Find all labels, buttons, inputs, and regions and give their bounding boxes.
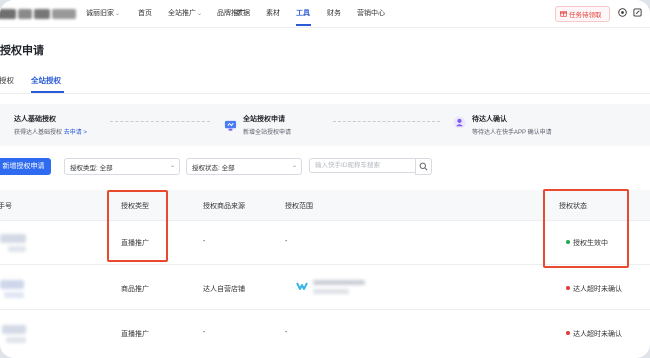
gift-icon — [560, 11, 567, 17]
avatar — [0, 234, 26, 243]
chevron-down-icon: ⌄ — [115, 11, 121, 17]
step-1-desc: 获得达人基础授权 去申请 > — [14, 130, 87, 136]
monitor-icon — [224, 120, 237, 131]
brand-logo[interactable] — [0, 7, 80, 21]
nav-tools[interactable]: 工具 — [296, 8, 310, 18]
status-dot — [566, 331, 570, 335]
user-confirm-icon — [453, 116, 466, 129]
page-title: 授权申请 — [0, 45, 44, 57]
shop-switcher[interactable]: 诚丽旧家⌄ — [86, 8, 120, 18]
product-thumbnail — [296, 282, 308, 290]
task-claim-button[interactable]: 任务待领取 — [555, 6, 610, 22]
cell-scope: - — [285, 238, 288, 245]
cell-source: - — [203, 238, 206, 245]
top-navbar: 诚丽旧家⌄ 首页 全站推广⌄ 品牌推广 数据 素材 工具 财务 营销中心 任务待… — [0, 0, 650, 28]
nav-site-promotion[interactable]: 全站推广⌄ — [168, 8, 202, 18]
step-2-desc: 新增全站授权申请 — [243, 130, 292, 136]
cell-type: 商品推广 — [121, 286, 149, 293]
status-dot — [566, 286, 570, 290]
account-name-redacted — [6, 337, 26, 343]
column-product-source: 授权商品来源 — [203, 203, 245, 210]
search-input[interactable] — [309, 158, 415, 173]
apply-link[interactable]: 去申请 > — [64, 130, 87, 136]
chevron-down-icon: ⌄ — [291, 163, 297, 169]
row-divider — [0, 309, 650, 310]
search-button[interactable] — [415, 158, 432, 175]
highlight-box-status-column — [543, 189, 629, 268]
nav-finance[interactable]: 财务 — [327, 8, 341, 18]
task-claim-label: 任务待领取 — [569, 12, 602, 19]
highlight-box-type-column — [107, 190, 168, 262]
avatar — [0, 280, 24, 289]
edit-icon[interactable] — [633, 8, 642, 17]
step-connector — [333, 121, 440, 122]
cell-type: 直播推广 — [121, 331, 149, 338]
product-name-redacted — [313, 280, 365, 285]
tab-authorization[interactable]: 授权 — [0, 75, 14, 86]
account-name-redacted — [8, 246, 26, 252]
nav-marketing-center[interactable]: 营销中心 — [357, 8, 385, 18]
status-badge: 达人超时未确认 — [566, 329, 622, 339]
tabs-divider — [0, 93, 650, 94]
column-scope: 授权范围 — [285, 203, 313, 210]
tab-site-authorization[interactable]: 全站授权 — [31, 75, 61, 86]
nav-data[interactable]: 数据 — [236, 8, 250, 18]
nav-material[interactable]: 素材 — [266, 8, 280, 18]
step-3-title: 待达人确认 — [472, 116, 507, 123]
step-3-desc: 等待达人在快手APP 确认申请 — [472, 130, 552, 136]
chevron-down-icon: ⌄ — [169, 163, 175, 169]
authorization-status-select[interactable]: 授权状态: 全部 ⌄ — [186, 158, 302, 175]
column-account: 手号 — [0, 203, 12, 210]
add-authorization-button[interactable]: 新增授权申请 — [0, 158, 51, 175]
cell-scope: - — [285, 329, 288, 336]
chevron-down-icon: ⌄ — [197, 11, 203, 17]
step-1-title: 达人基础授权 — [14, 116, 56, 123]
status-badge: 达人超时未确认 — [566, 284, 622, 294]
help-icon[interactable] — [618, 8, 627, 17]
step-2-title: 全站授权申请 — [243, 116, 285, 123]
active-nav-indicator — [296, 24, 311, 26]
cell-source: 达人自营店铺 — [203, 286, 245, 293]
product-meta-redacted — [313, 289, 349, 294]
shop-name: 诚丽旧家 — [86, 10, 114, 17]
cell-source: - — [203, 329, 206, 336]
step-connector — [110, 121, 210, 122]
avatar — [2, 325, 26, 334]
app-window: 诚丽旧家⌄ 首页 全站推广⌄ 品牌推广 数据 素材 工具 财务 营销中心 任务待… — [0, 0, 650, 358]
authorization-type-select[interactable]: 授权类型: 全部 ⌄ — [64, 158, 180, 175]
nav-home[interactable]: 首页 — [138, 8, 152, 18]
process-steps — [0, 104, 650, 146]
account-name-redacted — [4, 292, 24, 298]
search-icon — [419, 162, 428, 171]
